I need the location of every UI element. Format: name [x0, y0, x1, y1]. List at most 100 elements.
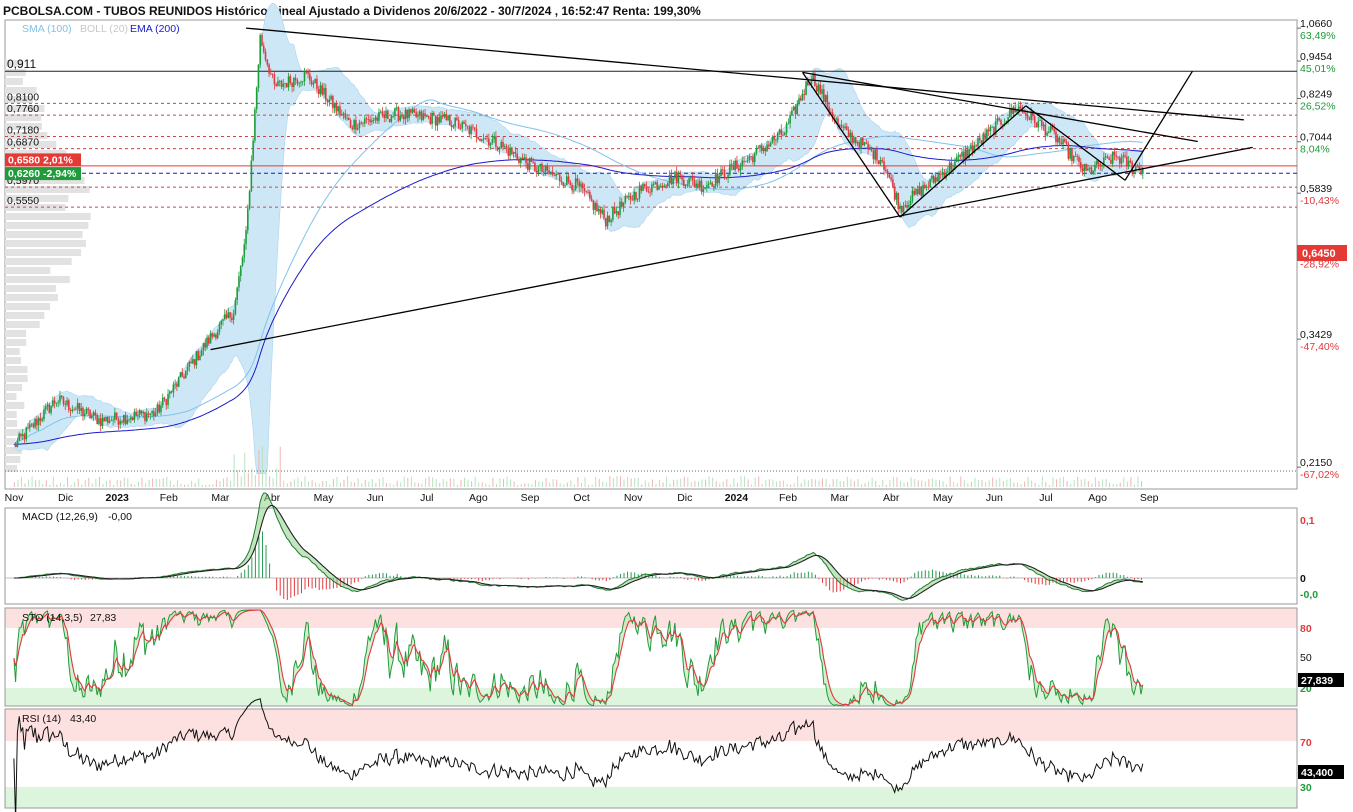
candle-body — [776, 132, 779, 140]
candle-body — [640, 185, 643, 191]
macd-hist-bar — [857, 578, 859, 584]
candle-body — [745, 161, 747, 163]
candle-body — [989, 126, 992, 132]
volume-bar — [513, 481, 515, 487]
volume-bar — [35, 480, 37, 487]
macd-hist-bar — [928, 570, 930, 578]
volume-bar — [67, 477, 69, 487]
candle-body — [133, 411, 136, 420]
candle-body — [695, 183, 697, 187]
candle-body — [877, 160, 880, 164]
candle-body — [672, 178, 674, 185]
candle-body — [326, 100, 329, 102]
candle-body — [154, 413, 157, 417]
macd-hist-bar — [751, 576, 753, 578]
volume-bar — [141, 477, 143, 487]
macd-hist-bar — [970, 574, 972, 578]
candle-body — [544, 165, 547, 172]
macd-hist-bar — [45, 576, 47, 578]
candle-body — [1088, 167, 1091, 169]
volume-bar — [219, 481, 221, 487]
macd-hist-bar — [279, 578, 281, 596]
macd-hist-bar — [612, 577, 614, 578]
volume-bar — [1027, 476, 1029, 487]
volume-bar — [421, 483, 423, 487]
date-axis: Nov Dic 2023 Feb Mar Abr May Jun Jul Ago Sep Oct Nov… — [5, 492, 1159, 504]
candle-body — [498, 148, 501, 150]
candle-body — [257, 64, 260, 88]
candle-body — [365, 118, 368, 120]
volume-bar — [208, 484, 210, 487]
candle-body — [856, 142, 859, 144]
macd-hist-bar — [871, 578, 873, 579]
macd-hist-bar — [474, 578, 476, 579]
candle-body — [1113, 151, 1116, 156]
macd-hist-bar — [673, 577, 675, 578]
volume-bar — [588, 484, 590, 487]
macd-hist-bar — [910, 576, 912, 578]
macd-hist-bar — [180, 575, 182, 578]
candle-body — [41, 419, 44, 421]
candle-body — [472, 126, 474, 128]
volume-bar — [963, 479, 965, 487]
volume-bar — [832, 479, 834, 487]
candle-body — [346, 117, 348, 119]
candle-body — [186, 366, 189, 371]
month-label: Dic — [58, 492, 73, 504]
volume-bar — [240, 476, 242, 487]
month-label: Jun — [367, 492, 384, 504]
candle-body — [406, 109, 409, 119]
macd-hist-bar — [556, 577, 558, 578]
volume-bar — [786, 484, 788, 487]
volume-bar — [464, 477, 466, 487]
candle-body — [488, 138, 490, 146]
macd-signal-line — [13, 505, 1143, 599]
candle-body — [243, 244, 246, 258]
volume-bar — [726, 479, 728, 487]
macd-hist-bar — [676, 577, 678, 578]
volume-bar — [276, 468, 278, 487]
macd-hist-bar — [822, 578, 824, 583]
macd-hist-bar — [1024, 578, 1026, 581]
candle-body — [174, 383, 176, 385]
volume-bar — [825, 479, 827, 487]
volume-bar — [953, 481, 955, 487]
volume-bar — [754, 477, 756, 487]
candle-body — [247, 208, 249, 231]
volume-bar — [226, 477, 228, 487]
volume-bar — [1126, 481, 1128, 487]
macd-hist-bar — [985, 576, 987, 578]
candle-body — [493, 136, 495, 140]
candle-body — [402, 116, 405, 120]
candle-body — [358, 122, 361, 128]
candle-body — [527, 163, 529, 170]
candle-body — [477, 137, 480, 140]
volume-bar — [173, 484, 175, 487]
candle-body — [115, 412, 118, 420]
volume-bar — [797, 476, 799, 487]
candle-body — [512, 152, 515, 154]
volume-bar — [145, 483, 147, 487]
macd-hist-bar — [758, 575, 760, 578]
volume-bar — [460, 479, 462, 487]
macd-hist-bar — [740, 576, 742, 578]
candle-body — [950, 162, 953, 170]
candle-body — [925, 186, 928, 188]
macd-hist-bar — [726, 576, 728, 578]
candle-body — [991, 126, 993, 128]
axis-pct-label: 8,04% — [1300, 144, 1330, 156]
macd-hist-bar — [861, 578, 863, 582]
volume-bar — [566, 482, 568, 487]
volume-bar — [1045, 482, 1047, 487]
volume-bar — [63, 484, 65, 487]
rsi-current-value: 43,400 — [1301, 767, 1333, 779]
candle-body — [626, 196, 628, 198]
volume-bar — [74, 482, 76, 487]
candle-body — [711, 182, 713, 187]
macd-hist-bar — [49, 576, 51, 578]
horizontal-levels — [5, 70, 1297, 472]
volume-bar — [261, 446, 263, 487]
volume-profile-bar — [5, 240, 86, 247]
candle-body — [328, 99, 331, 102]
candle-body — [759, 145, 761, 149]
